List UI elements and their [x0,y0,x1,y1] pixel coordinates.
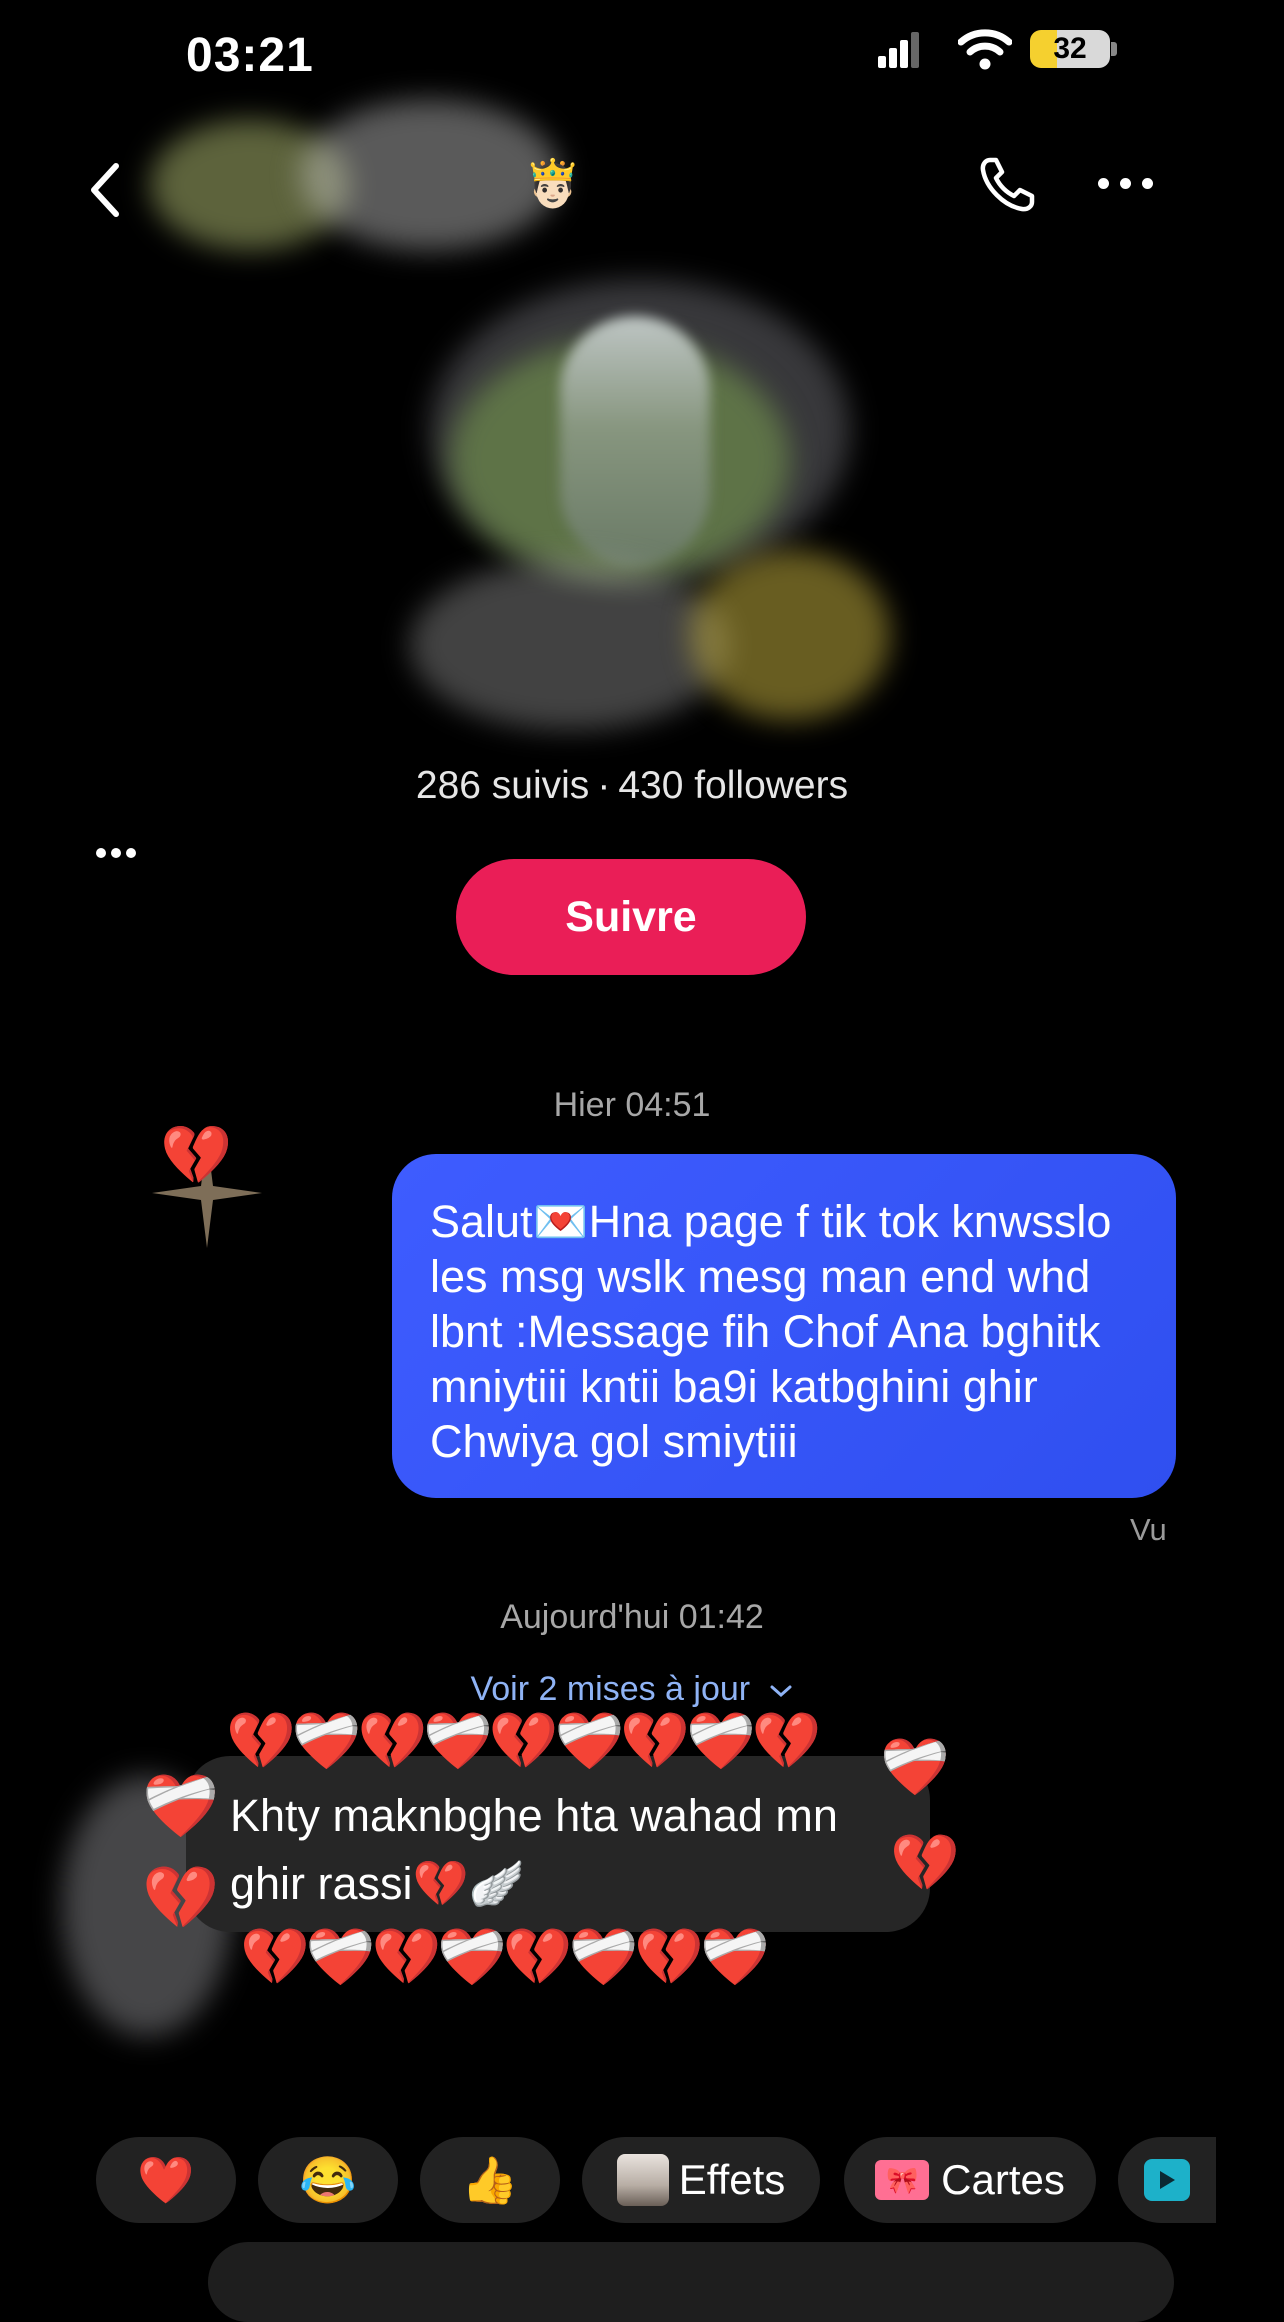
play-icon [1144,2159,1190,2201]
gift-bow-icon: 🎀 [875,2160,930,2200]
thumbs-up-icon: 👍 [461,2153,519,2206]
effects-label: Effets [678,2156,786,2203]
follow-button[interactable]: Suivre [456,859,806,975]
chevron-down-icon [770,1685,792,1698]
mending-heart-left: ❤️‍🩹 [142,1772,220,1841]
back-button[interactable] [84,160,128,220]
quick-laugh-button[interactable]: 😂 [258,2137,398,2223]
profile-blur-bottom [410,560,730,730]
status-time: 03:21 [186,29,314,82]
hearts-row-bottom: 💔❤️‍🩹💔❤️‍🩹💔❤️‍🩹💔❤️‍🩹 [240,1925,770,1988]
hearts-row-top: 💔❤️‍🩹💔❤️‍🩹💔❤️‍🩹💔❤️‍🩹💔 [226,1709,822,1772]
cellular-signal-icon [878,32,920,68]
username-blur-2 [300,100,560,250]
seen-status: Vu [1130,1512,1167,1547]
wifi-icon [958,29,1012,70]
cards-button[interactable]: 🎀 Cartes [844,2137,1096,2223]
profile-stats: 286 suivis · 430 followers [0,764,1264,808]
more-options-button[interactable] [1096,168,1156,198]
cards-label: Cartes [941,2156,1065,2203]
view-updates-label: Voir 2 mises à jour [470,1670,751,1708]
mending-heart-right: ❤️‍🩹 [880,1735,950,1798]
heart-icon: ❤️ [137,2153,195,2206]
sent-message-text: Salut💌Hna page f tik tok knwsslo les msg… [430,1196,1112,1467]
profile-blur-yellow [690,550,890,720]
broken-heart-emoji: 💔 [160,1123,233,1188]
battery-tip [1111,42,1117,56]
view-updates-link[interactable]: Voir 2 mises à jour [0,1670,1264,1709]
battery-icon: 32 [1030,30,1110,68]
stats-separator: · [597,764,611,807]
effects-thumbnail [616,2154,669,2206]
laughing-face-icon: 😂 [299,2153,357,2206]
reaction-broken-heart[interactable]: 💔 [890,1830,960,1896]
broken-heart-left: 💔 [142,1864,220,1933]
following-count[interactable]: 286 suivis [416,764,589,807]
received-message-text: Khty maknbghe hta wahad mn ghir rassi💔🪽 [230,1790,838,1909]
play-button[interactable] [1118,2137,1216,2223]
phone-icon[interactable] [976,154,1038,216]
received-message-bubble[interactable]: Khty maknbghe hta wahad mn ghir rassi💔🪽 [186,1756,930,1932]
profile-more-button[interactable] [96,848,138,862]
message-input-bar[interactable] [208,2242,1174,2322]
sent-message-bubble[interactable]: Salut💌Hna page f tik tok knwsslo les msg… [392,1154,1176,1498]
quick-thumbs-up-button[interactable]: 👍 [420,2137,560,2223]
crown-emoji: 🤴🏻 [524,157,582,209]
timestamp-today: Aujourd'hui 01:42 [500,1598,764,1636]
profile-avatar[interactable] [560,316,710,566]
quick-heart-button[interactable]: ❤️ [96,2137,236,2223]
followers-count[interactable]: 430 followers [618,764,848,807]
effects-button[interactable]: Effets [582,2137,820,2223]
